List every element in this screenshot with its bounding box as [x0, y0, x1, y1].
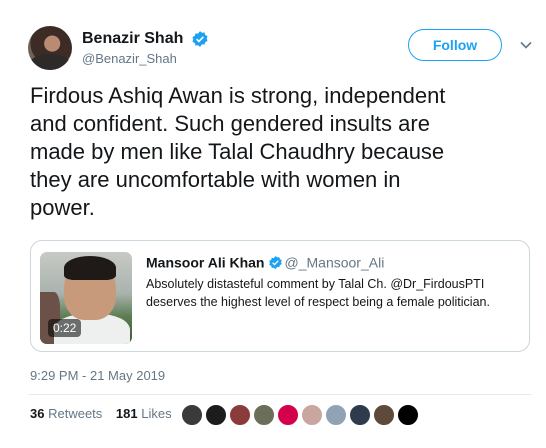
liker-avatar[interactable]: [301, 404, 323, 426]
liker-avatar[interactable]: [229, 404, 251, 426]
author-display-name[interactable]: Benazir Shah: [82, 30, 183, 48]
hair: [64, 256, 116, 280]
tweet-text: Firdous Ashiq Awan is strong, independen…: [30, 83, 446, 220]
liker-avatar[interactable]: [349, 404, 371, 426]
likes-count: 181: [115, 406, 138, 421]
liker-avatar[interactable]: [277, 404, 299, 426]
liker-avatar[interactable]: [181, 404, 203, 426]
retweets-stat[interactable]: 36 Retweets: [30, 406, 102, 421]
author-name-block[interactable]: Benazir Shah @Benazir_Shah: [82, 30, 209, 66]
liker-avatar[interactable]: [325, 404, 347, 426]
verified-badge-icon: [192, 31, 208, 47]
author-handle[interactable]: @Benazir_Shah: [82, 51, 209, 66]
quoted-tweet-text: Absolutely distasteful comment by Talal …: [146, 277, 490, 309]
quoted-tweet-card[interactable]: 0:22 Mansoor Ali Khan @_Mansoor_Ali Abso…: [30, 240, 530, 352]
video-duration-badge: 0:22: [48, 319, 82, 337]
divider: [28, 394, 532, 395]
quoted-author-name[interactable]: Mansoor Ali Khan: [146, 254, 265, 270]
tweet-stats: 36 Retweets 181 Likes: [30, 406, 182, 421]
likes-label: Likes: [141, 406, 172, 421]
liker-avatar[interactable]: [397, 404, 419, 426]
tweet-timestamp[interactable]: 9:29 PM - 21 May 2019: [30, 368, 165, 383]
chevron-down-icon[interactable]: [519, 38, 533, 52]
verified-badge-icon: [268, 255, 282, 269]
liker-avatar[interactable]: [205, 404, 227, 426]
liker-avatar[interactable]: [253, 404, 275, 426]
liker-avatar[interactable]: [373, 404, 395, 426]
tweet-header: Benazir Shah @Benazir_Shah Follow: [28, 24, 538, 72]
likes-stat[interactable]: 181 Likes: [116, 406, 172, 421]
follow-button[interactable]: Follow: [408, 29, 502, 61]
quoted-tweet-header: Mansoor Ali Khan @_Mansoor_Ali: [146, 253, 384, 270]
retweets-count: 36: [30, 406, 45, 421]
author-avatar[interactable]: [28, 26, 72, 70]
video-thumbnail[interactable]: 0:22: [40, 252, 132, 344]
quoted-author-handle[interactable]: @_Mansoor_Ali: [285, 254, 385, 270]
retweets-label: Retweets: [48, 406, 103, 421]
